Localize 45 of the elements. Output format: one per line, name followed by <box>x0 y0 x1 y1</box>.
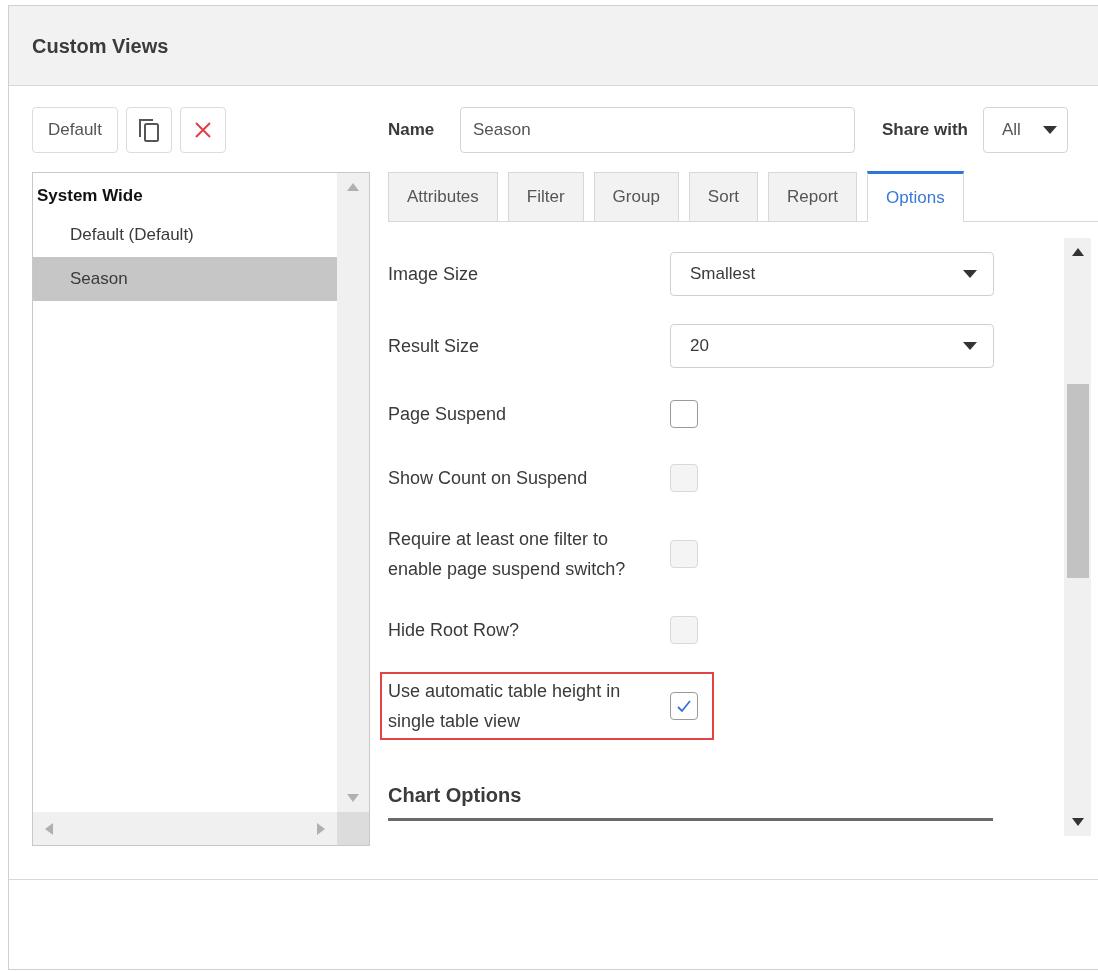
option-label: Result Size <box>388 335 481 358</box>
copy-button[interactable] <box>125 107 172 153</box>
copy-icon <box>136 117 161 143</box>
horizontal-scrollbar[interactable] <box>33 812 337 845</box>
option-label: Use automatic table height in single table view <box>388 680 622 733</box>
dialog-title: Custom Views <box>32 33 169 59</box>
caret-icon <box>1042 126 1057 134</box>
tab[interactable]: Group <box>593 172 679 221</box>
group-heading: System Wide <box>36 185 144 207</box>
list-item[interactable]: Season <box>33 257 337 301</box>
option-label: Require at least one filter to enable page suspend switch? <box>388 528 627 581</box>
close-icon <box>194 122 211 138</box>
tab[interactable]: Filter <box>507 172 584 221</box>
name-label: Name <box>388 119 436 142</box>
scrollbar-corner <box>337 812 369 845</box>
default-button[interactable]: Default <box>32 107 118 153</box>
caret-icon <box>963 342 977 350</box>
delete-button[interactable] <box>179 107 226 153</box>
tab[interactable]: Report <box>768 172 858 221</box>
tab[interactable]: Options <box>867 171 964 222</box>
dropdown[interactable]: 20 <box>670 324 994 368</box>
option-label: Hide Root Row? <box>388 619 521 642</box>
vertical-scrollbar[interactable] <box>1064 238 1091 836</box>
share-dropdown[interactable]: All <box>982 107 1068 153</box>
scroll-left-icon[interactable] <box>45 822 53 835</box>
dropdown[interactable]: Smallest <box>670 252 994 296</box>
checkmark-icon <box>676 699 692 713</box>
checkbox[interactable] <box>670 400 698 428</box>
option-label: Page Suspend <box>388 403 508 426</box>
option-label: Show Count on Suspend <box>388 467 589 490</box>
checkbox[interactable] <box>670 692 698 720</box>
caret-icon <box>963 270 977 278</box>
tab[interactable]: Sort <box>688 172 759 221</box>
scroll-up-icon[interactable] <box>347 183 359 191</box>
option-label: Image Size <box>388 263 480 286</box>
scrollbar-thumb[interactable] <box>1066 384 1089 578</box>
vertical-scrollbar[interactable] <box>337 173 369 812</box>
tab[interactable]: Attributes <box>388 172 498 221</box>
name-field[interactable]: Season <box>460 107 855 153</box>
scroll-down-dark-icon[interactable] <box>1071 818 1084 826</box>
scroll-up-dark-icon[interactable] <box>1071 248 1084 256</box>
section-heading: Chart Options <box>388 780 993 821</box>
share-label: Share with <box>882 119 968 142</box>
scroll-down-icon[interactable] <box>347 794 359 802</box>
scroll-right-icon[interactable] <box>317 822 325 835</box>
